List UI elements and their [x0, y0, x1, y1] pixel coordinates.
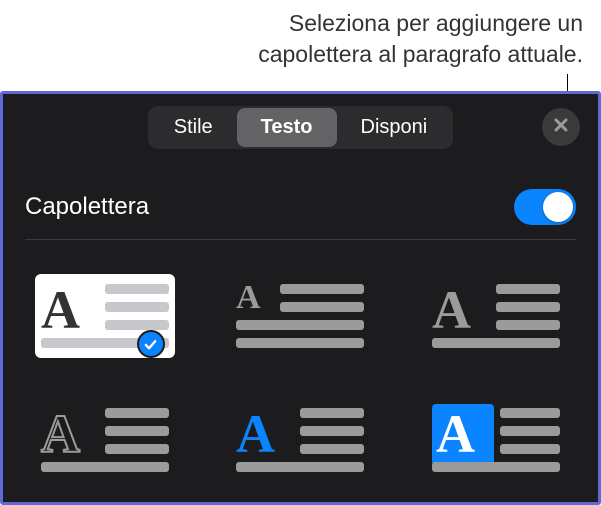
dropcap-section: Capolettera A A A A A A [3, 157, 598, 488]
callout-line-1: Seleziona per aggiungere un [289, 10, 583, 36]
dropcap-outline[interactable]: A [29, 392, 181, 488]
tab-bar: Stile Testo Disponi [3, 94, 598, 157]
dropcap-accent[interactable]: A [225, 392, 377, 488]
selected-check-icon [137, 330, 165, 358]
dropcap-raised-large[interactable]: A [420, 268, 572, 364]
dropcap-highlight[interactable]: A [420, 392, 572, 488]
callout-text: Seleziona per aggiungere un capolettera … [258, 8, 583, 70]
dropcap-row: Capolettera [25, 177, 576, 240]
toggle-knob [543, 192, 573, 222]
svg-text:A: A [436, 404, 475, 464]
svg-text:A: A [41, 404, 80, 464]
dropcap-options-grid: A A A A A A [25, 240, 576, 488]
dropcap-raised-small[interactable]: A [225, 268, 377, 364]
tab-arrange[interactable]: Disponi [337, 108, 452, 147]
svg-text:A: A [236, 404, 275, 464]
close-button[interactable] [542, 108, 580, 146]
dropcap-toggle[interactable] [514, 189, 576, 225]
dropcap-label: Capolettera [25, 193, 149, 221]
callout-line-2: capolettera al paragrafo attuale. [258, 41, 583, 67]
svg-text:A: A [432, 280, 471, 340]
svg-text:A: A [41, 280, 80, 340]
format-panel: Stile Testo Disponi Capolettera A A A A A A [0, 91, 601, 505]
dropcap-raised-boxed[interactable]: A [29, 268, 181, 364]
tab-style[interactable]: Stile [150, 108, 237, 147]
svg-text:A: A [236, 279, 261, 316]
close-icon [552, 116, 570, 139]
tabs-group: Stile Testo Disponi [148, 106, 453, 149]
tab-text[interactable]: Testo [237, 108, 337, 147]
